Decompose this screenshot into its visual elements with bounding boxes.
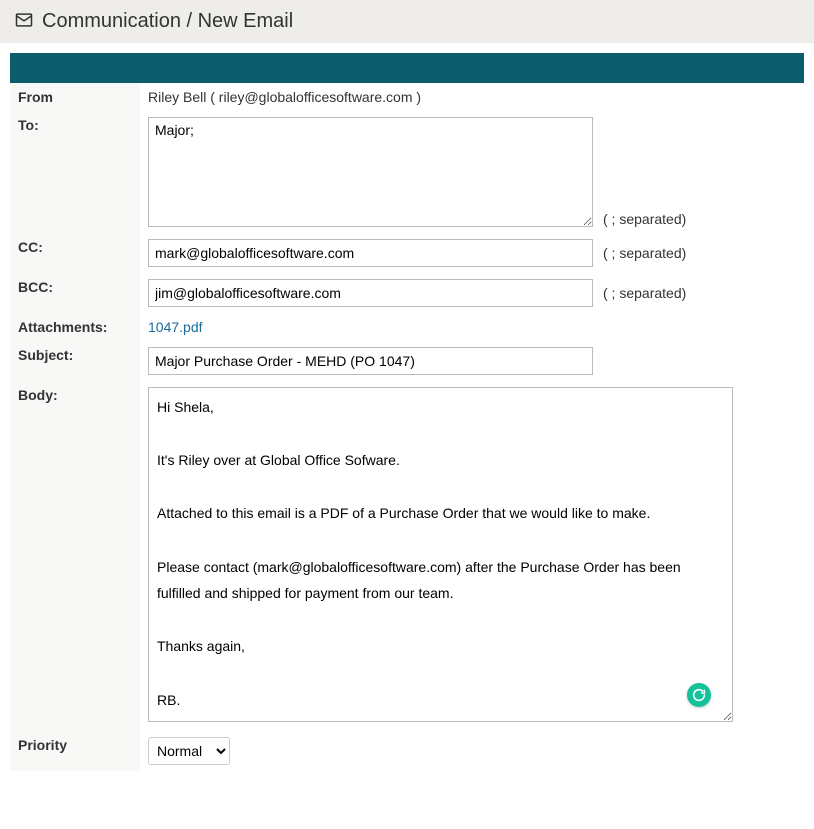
subject-label: Subject: (10, 341, 140, 381)
to-input[interactable] (148, 117, 593, 227)
subject-input[interactable] (148, 347, 593, 375)
cc-label: CC: (10, 233, 140, 273)
priority-select[interactable]: LowNormalHigh (148, 737, 230, 765)
from-value: Riley Bell ( riley@globalofficesoftware.… (148, 89, 421, 105)
page-title: Communication / New Email (42, 10, 293, 33)
section-bar (10, 53, 804, 83)
attachments-label: Attachments: (10, 313, 140, 341)
from-label: From (10, 83, 140, 111)
bcc-input[interactable] (148, 279, 593, 307)
bcc-label: BCC: (10, 273, 140, 313)
body-input[interactable] (148, 387, 733, 722)
bcc-hint: ( ; separated) (603, 285, 686, 301)
to-hint: ( ; separated) (603, 211, 686, 227)
mail-icon (14, 10, 42, 33)
email-form: From Riley Bell ( riley@globalofficesoft… (10, 83, 804, 771)
priority-label: Priority (10, 731, 140, 771)
cc-input[interactable] (148, 239, 593, 267)
attachment-link[interactable]: 1047.pdf (148, 319, 203, 335)
grammarly-icon[interactable] (687, 683, 711, 707)
to-label: To: (10, 111, 140, 233)
cc-hint: ( ; separated) (603, 245, 686, 261)
body-label: Body: (10, 381, 140, 731)
page-header: Communication / New Email (0, 0, 814, 43)
